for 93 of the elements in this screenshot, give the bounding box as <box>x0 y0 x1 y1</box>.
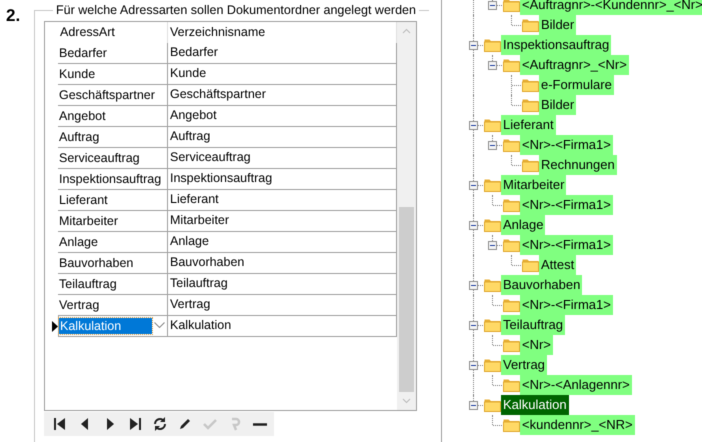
collapse-toggle[interactable] <box>469 121 478 130</box>
tree-item[interactable]: Teilauftrag <box>501 315 565 335</box>
folder-icon <box>503 418 520 432</box>
folder-icon <box>522 18 539 32</box>
folder-icon <box>503 198 520 212</box>
tree-item[interactable]: <kundennr>_<NR> <box>520 415 635 435</box>
collapse-toggle[interactable] <box>469 321 478 330</box>
table-cell[interactable]: Kalkulation <box>168 316 397 337</box>
column-header[interactable]: AdressArt <box>58 22 168 43</box>
step-number: 2. <box>5 5 22 27</box>
tree-item[interactable]: Bilder <box>539 95 576 115</box>
folder-icon <box>484 118 501 132</box>
table-cell[interactable]: Lieferant <box>168 190 397 211</box>
tree-item[interactable]: <Auftragnr>_<Nr> <box>520 55 629 75</box>
pencil-icon <box>177 416 193 432</box>
tree-item[interactable]: e-Formulare <box>539 75 614 95</box>
folder-icon <box>503 0 520 12</box>
table-cell[interactable]: Bauvorhaben <box>168 253 397 274</box>
table-cell[interactable]: Mitarbeiter <box>58 211 168 232</box>
collapse-toggle[interactable] <box>469 281 478 290</box>
refresh-icon <box>152 416 168 432</box>
table-cell[interactable]: Geschäftspartner <box>168 85 397 106</box>
tree-item[interactable]: Bauvorhaben <box>501 275 582 295</box>
folder-icon <box>484 218 501 232</box>
collapse-toggle[interactable] <box>488 61 497 70</box>
collapse-toggle[interactable] <box>488 241 497 250</box>
folder-icon <box>522 98 539 112</box>
collapse-toggle[interactable] <box>469 221 478 230</box>
table-cell[interactable]: Inspektionsauftrag <box>168 169 397 190</box>
folder-icon <box>522 258 539 272</box>
table-cell[interactable]: Serviceauftrag <box>58 148 168 169</box>
tree-item[interactable]: <Nr>-<Anlagennr> <box>520 375 632 395</box>
folder-icon <box>484 278 501 292</box>
folder-icon <box>484 398 501 412</box>
tree-item[interactable]: Kalkulation <box>501 395 569 415</box>
minus-icon <box>253 422 267 426</box>
table-cell[interactable]: Vertrag <box>58 295 168 316</box>
folder-icon <box>522 158 539 172</box>
tree-item[interactable]: <Nr>-<Firma1> <box>520 135 613 155</box>
folder-icon <box>484 178 501 192</box>
folder-icon <box>503 298 520 312</box>
tree-item[interactable]: Bilder <box>539 15 576 35</box>
folder-icon <box>484 38 501 52</box>
tree-item[interactable]: Inspektionsauftrag <box>501 35 612 55</box>
tree-item[interactable]: <Nr> <box>520 335 553 355</box>
table-cell[interactable]: Angebot <box>58 106 168 127</box>
table-cell[interactable]: Kunde <box>168 64 397 85</box>
collapse-toggle[interactable] <box>469 181 478 190</box>
dropdown-chevron-icon[interactable] <box>154 322 165 328</box>
first-record-icon <box>52 416 68 432</box>
collapse-toggle[interactable] <box>469 361 478 370</box>
table-cell[interactable]: Kunde <box>58 64 168 85</box>
folder-icon <box>484 318 501 332</box>
table-cell[interactable]: Anlage <box>58 232 168 253</box>
tree-item[interactable]: Vertrag <box>501 355 547 375</box>
table-cell[interactable]: Teilauftrag <box>58 274 168 295</box>
folder-icon <box>503 138 520 152</box>
table-cell[interactable]: Angebot <box>168 106 397 127</box>
group-title: Für welche Adressarten sollen Dokumentordner angelegt werden <box>55 3 417 17</box>
tree-item[interactable]: Mitarbeiter <box>501 175 566 195</box>
tree-item[interactable]: <Nr>-<Firma1> <box>520 235 613 255</box>
table-cell[interactable]: Auftrag <box>168 127 397 148</box>
table-cell[interactable]: Vertrag <box>168 295 397 316</box>
tree-item[interactable]: Attest <box>539 255 576 275</box>
table-cell[interactable]: Bedarfer <box>168 43 397 64</box>
table-cell[interactable]: Lieferant <box>58 190 168 211</box>
table-cell[interactable]: Mitarbeiter <box>168 211 397 232</box>
table-cell[interactable]: Teilauftrag <box>168 274 397 295</box>
table-cell[interactable]: Anlage <box>168 232 397 253</box>
tree-item[interactable]: <Nr>-<Firma1> <box>520 195 613 215</box>
table-cell[interactable]: Bauvorhaben <box>58 253 168 274</box>
folder-icon <box>503 238 520 252</box>
tree-item[interactable]: Anlage <box>501 215 546 235</box>
folder-icon <box>503 338 520 352</box>
table-cell[interactable]: Serviceauftrag <box>168 148 397 169</box>
folder-icon <box>503 378 520 392</box>
tree-item[interactable]: <Nr>-<Firma1> <box>520 295 613 315</box>
folder-icon <box>503 58 520 72</box>
table-cell[interactable]: Kalkulation <box>58 316 168 337</box>
collapse-toggle[interactable] <box>488 141 497 150</box>
table-cell[interactable]: Auftrag <box>58 127 168 148</box>
table-cell[interactable]: Bedarfer <box>58 43 168 64</box>
collapse-toggle[interactable] <box>469 41 478 50</box>
checkmark-icon <box>202 416 218 432</box>
tree-item[interactable]: Lieferant <box>501 115 556 135</box>
folder-icon <box>484 358 501 372</box>
collapse-toggle[interactable] <box>469 401 478 410</box>
last-record-icon <box>127 416 143 432</box>
tree-item[interactable]: Rechnungen <box>539 155 617 175</box>
table-cell[interactable]: Inspektionsauftrag <box>58 169 168 190</box>
table-cell[interactable]: Geschäftspartner <box>58 85 168 106</box>
collapse-toggle[interactable] <box>488 1 497 10</box>
folder-icon <box>522 78 539 92</box>
